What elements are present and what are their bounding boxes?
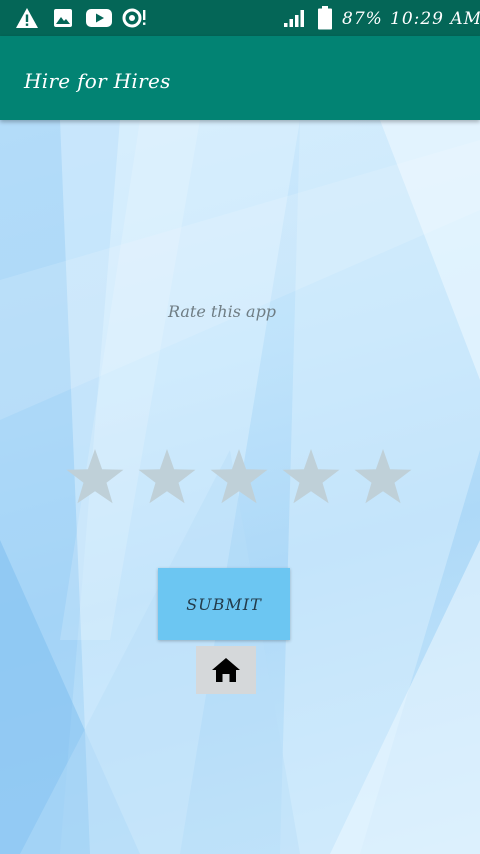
star-5[interactable] — [352, 448, 414, 510]
image-icon — [52, 0, 74, 36]
signal-icon — [282, 0, 308, 36]
battery-percent: 87% — [342, 9, 383, 29]
star-rating[interactable] — [64, 448, 416, 510]
status-bar: 87% 10:29 AM — [0, 0, 480, 36]
rating-screen: Rate this app SUBMIT — [0, 120, 480, 854]
youtube-icon — [86, 0, 112, 36]
home-button[interactable] — [196, 646, 256, 694]
warning-icon — [14, 0, 40, 36]
sync-notification-icon — [122, 0, 148, 36]
app-bar: Hire for Hires — [0, 36, 480, 120]
rate-label: Rate this app — [167, 302, 277, 321]
star-3[interactable] — [208, 448, 270, 510]
clock: 10:29 AM — [390, 9, 480, 29]
app-title: Hire for Hires — [24, 69, 171, 93]
star-2[interactable] — [136, 448, 198, 510]
submit-button[interactable]: SUBMIT — [158, 568, 290, 640]
star-4[interactable] — [280, 448, 342, 510]
battery-icon — [316, 0, 334, 36]
star-1[interactable] — [64, 448, 126, 510]
home-icon — [212, 658, 240, 682]
